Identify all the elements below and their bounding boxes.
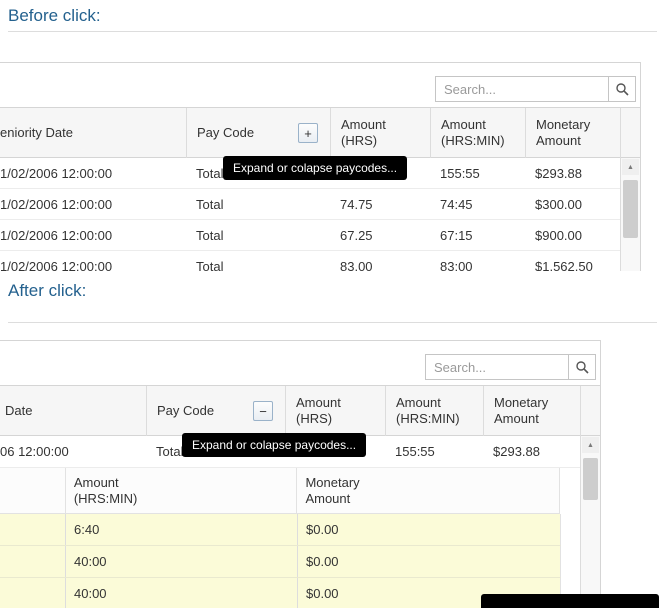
col-header-date[interactable]: Date [0,386,146,436]
cell-monetary-amount: $900.00 [525,220,620,250]
column-title: Monetary Amount [305,475,375,507]
detail-header-row: Amount (HRS:MIN) Monetary Amount [0,468,560,514]
column-title: Monetary Amount [536,117,606,149]
before-header-row: eniority Date Pay Code + Amount (HRS) Am… [0,108,641,158]
collapse-paycodes-button[interactable]: − [253,401,273,421]
detail-col-header-amount-hrsmin[interactable]: Amount (HRS:MIN) [65,468,297,513]
detail-col-header-cut [0,468,65,513]
vertical-scrollbar[interactable]: ▲ [580,436,600,608]
search-icon [575,360,589,374]
cell-amount-hrsmin: 155:55 [385,436,483,467]
column-title: Amount (HRS:MIN) [396,395,466,427]
cell-seniority-date: 1/02/2006 12:00:00 [0,220,186,250]
cell-monetary-amount: $293.88 [525,158,620,188]
cell-date: 06 12:00:00 [0,436,146,467]
paycode-detail-grid: Amount (HRS:MIN) Monetary Amount 6:40 $0… [0,468,560,514]
cell-amount-hrsmin: 155:55 [430,158,525,188]
column-title: Monetary Amount [494,395,564,427]
detail-cell-amount-hrsmin: 40:00 [65,546,297,577]
col-header-monetary-amount[interactable]: Monetary Amount [483,386,580,436]
cell-seniority-date: 1/02/2006 12:00:00 [0,251,186,271]
search-button[interactable] [568,354,596,380]
table-row[interactable]: 1/02/2006 12:00:00 Total 74.75 74:45 $30… [0,189,620,220]
after-search-box [425,354,596,380]
vertical-scrollbar[interactable]: ▲ [620,158,640,271]
section-divider [8,322,657,323]
col-header-amount-hrsmin[interactable]: Amount (HRS:MIN) [430,108,525,158]
cell-amount-hrsmin: 83:00 [430,251,525,271]
search-icon [615,82,629,96]
scroll-up-arrow-icon[interactable]: ▲ [622,159,639,175]
detail-cell-cut [0,514,65,545]
detail-cell-monetary-amount: $0.00 [297,514,560,545]
column-title: Pay Code [197,125,254,141]
cell-pay-code: Total [186,251,330,271]
before-heading: Before click: [8,6,101,26]
cell-monetary-amount: $1,562.50 [525,251,620,271]
scrollbar-thumb[interactable] [623,180,638,238]
after-heading: After click: [8,281,86,301]
cell-amount-hrsmin: 67:15 [430,220,525,250]
cell-amount-hrs: 67.25 [330,220,430,250]
column-title: Date [5,403,32,419]
column-title: Amount (HRS) [296,395,366,427]
after-header-row: Date Pay Code − Amount (HRS) Amount (HRS… [0,386,601,436]
column-title: eniority Date [0,125,73,141]
col-header-amount-hrs[interactable]: Amount (HRS) [330,108,430,158]
before-grid: eniority Date Pay Code + Amount (HRS) Am… [0,62,641,271]
column-title: Amount (HRS) [341,117,411,149]
before-grid-toolbar [0,63,640,108]
column-title: Pay Code [157,403,214,419]
search-input[interactable] [435,76,608,102]
column-title: Amount (HRS:MIN) [74,475,144,507]
detail-cell-amount-hrsmin: 6:40 [65,514,297,545]
section-divider [8,31,657,32]
detail-cell-cut [0,578,65,608]
col-header-pay-code[interactable]: Pay Code − [146,386,285,436]
header-scrollbar-spacer [620,108,641,158]
cell-pay-code: Total [186,189,330,219]
search-input[interactable] [425,354,568,380]
page: Before click: eniority Date Pay Code + [0,0,659,608]
after-grid: Date Pay Code − Amount (HRS) Amount (HRS… [0,340,601,608]
scrollbar-thumb[interactable] [583,458,598,500]
cell-seniority-date: 1/02/2006 12:00:00 [0,158,186,188]
cell-seniority-date: 1/02/2006 12:00:00 [0,189,186,219]
cell-pay-code: Total [186,220,330,250]
detail-cell-monetary-amount: $0.00 [297,546,560,577]
column-title: Amount (HRS:MIN) [441,117,511,149]
search-button[interactable] [608,76,636,102]
col-header-amount-hrsmin[interactable]: Amount (HRS:MIN) [385,386,483,436]
detail-cell-amount-hrsmin: 40:00 [65,578,297,608]
cell-monetary-amount: $293.88 [483,436,580,467]
detail-row[interactable]: 6:40 $0.00 [0,514,561,546]
expand-paycodes-tooltip: Expand or colapse paycodes... [182,433,366,457]
header-scrollbar-spacer [580,386,601,436]
detail-cell-cut [0,546,65,577]
cell-amount-hrs: 83.00 [330,251,430,271]
expand-paycodes-button[interactable]: + [298,123,318,143]
detail-col-header-monetary-amount[interactable]: Monetary Amount [296,468,559,513]
after-grid-toolbar [0,341,600,386]
clipped-tooltip [481,594,659,608]
cell-amount-hrsmin: 74:45 [430,189,525,219]
scroll-up-arrow-icon[interactable]: ▲ [582,437,599,453]
expand-paycodes-tooltip: Expand or colapse paycodes... [223,156,407,180]
col-header-pay-code[interactable]: Pay Code + [186,108,330,158]
cell-monetary-amount: $300.00 [525,189,620,219]
col-header-monetary-amount[interactable]: Monetary Amount [525,108,620,158]
cell-amount-hrs: 74.75 [330,189,430,219]
detail-row[interactable]: 40:00 $0.00 [0,546,561,578]
before-search-box [435,76,636,102]
table-row[interactable]: 1/02/2006 12:00:00 Total 83.00 83:00 $1,… [0,251,620,271]
col-header-amount-hrs[interactable]: Amount (HRS) [285,386,385,436]
detail-row[interactable]: 40:00 $0.00 [0,578,561,608]
table-row[interactable]: 1/02/2006 12:00:00 Total 67.25 67:15 $90… [0,220,620,251]
col-header-seniority-date[interactable]: eniority Date [0,108,186,158]
